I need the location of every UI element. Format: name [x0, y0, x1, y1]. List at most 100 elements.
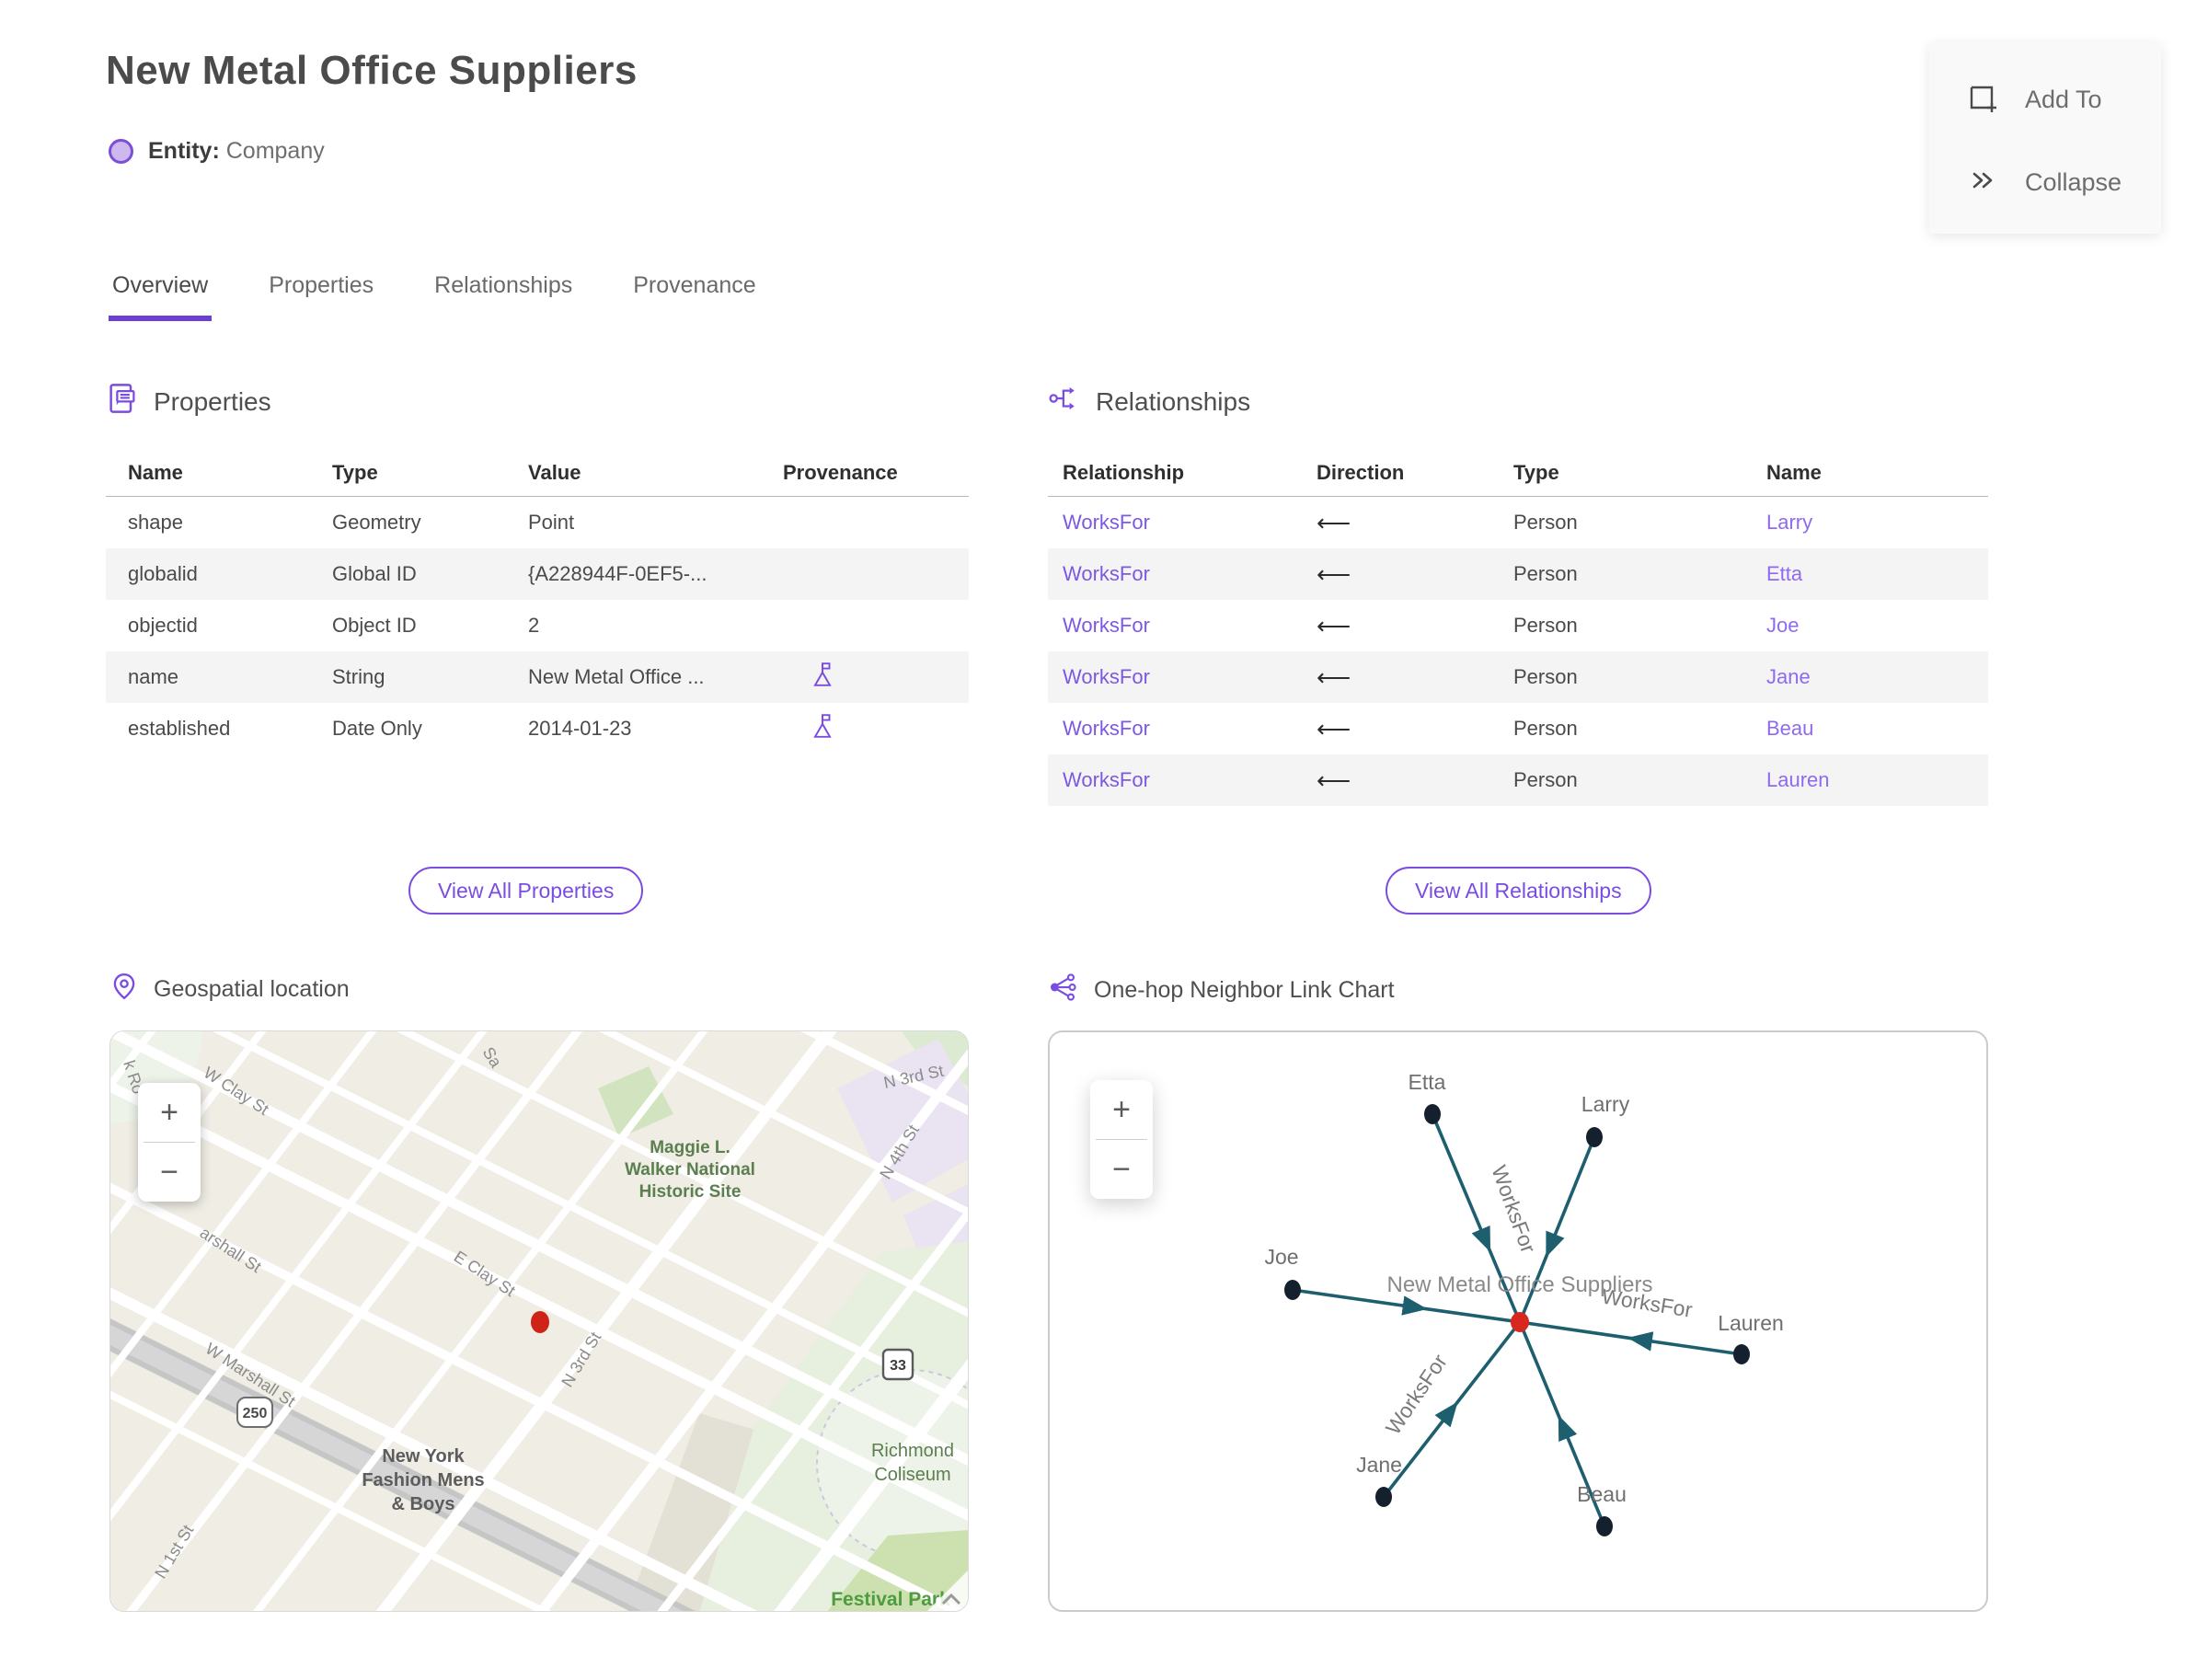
direction-arrow: ⟵ — [1317, 662, 1351, 691]
graph-node-joe[interactable] — [1284, 1280, 1301, 1300]
col-name: Name — [1766, 460, 1822, 484]
relationships-table-header: Relationship Direction Type Name — [1048, 449, 1988, 497]
add-to-label: Add To — [2025, 85, 2102, 113]
entity-name-link[interactable]: Beau — [1766, 717, 1988, 741]
table-row: name String New Metal Office ... — [106, 651, 969, 703]
entity-detail-page: New Metal Office Suppliers Entity: Compa… — [0, 0, 2208, 1680]
node-label: Larry — [1581, 1092, 1630, 1116]
graph-node-lauren[interactable] — [1733, 1344, 1750, 1364]
graph-node-jane[interactable] — [1375, 1487, 1392, 1507]
node-label: Lauren — [1718, 1311, 1784, 1335]
properties-table-header: Name Type Value Provenance — [106, 449, 969, 497]
relationship-link[interactable]: WorksFor — [1063, 511, 1317, 535]
link-chart-icon — [1048, 972, 1079, 1009]
relationship-link[interactable]: WorksFor — [1063, 614, 1317, 638]
entity-value: Company — [225, 138, 325, 164]
properties-section-header: Properties — [106, 382, 271, 421]
table-row: shape Geometry Point — [128, 511, 575, 534]
entity-name-link[interactable]: Lauren — [1766, 768, 1988, 792]
geospatial-map[interactable]: k Ro W Clay St Sa N 3rd St N 4th St arsh… — [109, 1030, 969, 1612]
col-type: Type — [332, 460, 378, 484]
table-row: WorksFor ⟵ Person Jane — [1048, 651, 1988, 703]
svg-text:Richmond: Richmond — [871, 1441, 954, 1461]
add-to-button[interactable]: Add To — [1964, 70, 2161, 129]
svg-text:250: 250 — [243, 1406, 268, 1421]
geospatial-section-header: Geospatial location — [109, 972, 350, 1007]
entity-type-icon — [109, 139, 133, 164]
link-chart-section-header: One-hop Neighbor Link Chart — [1048, 972, 1395, 1009]
zoom-in-button[interactable]: + — [1090, 1080, 1153, 1139]
properties-icon — [106, 382, 139, 421]
relationships-icon — [1048, 382, 1081, 421]
collapse-button[interactable]: Collapse — [1964, 153, 2161, 212]
col-name: Name — [128, 460, 183, 484]
entity-name-link[interactable]: Joe — [1766, 614, 1988, 638]
svg-text:Fashion Mens: Fashion Mens — [362, 1470, 484, 1490]
add-to-icon — [1964, 80, 1999, 120]
table-row: WorksFor ⟵ Person Lauren — [1048, 754, 1988, 806]
svg-text:Walker National: Walker National — [625, 1160, 755, 1179]
zoom-out-button[interactable]: − — [1090, 1140, 1153, 1199]
direction-arrow: ⟵ — [1317, 559, 1351, 588]
map-canvas: k Ro W Clay St Sa N 3rd St N 4th St arsh… — [110, 1031, 968, 1611]
graph-node-etta[interactable] — [1424, 1104, 1441, 1124]
collapse-label: Collapse — [2025, 167, 2122, 196]
zoom-out-button[interactable]: − — [138, 1143, 201, 1202]
link-chart-canvas: WorksFor WorksFor WorksFor Etta Larry Jo… — [1264, 1070, 1784, 1536]
relationship-link[interactable]: WorksFor — [1063, 768, 1317, 792]
entity-type-row: Entity: Company — [109, 138, 325, 165]
direction-arrow: ⟵ — [1317, 508, 1351, 536]
entity-name-link[interactable]: Jane — [1766, 665, 1988, 689]
node-label: Joe — [1264, 1245, 1298, 1269]
svg-text:Coliseum: Coliseum — [874, 1465, 950, 1485]
link-chart-section-title: One-hop Neighbor Link Chart — [1094, 977, 1395, 1003]
svg-text:Maggie L.: Maggie L. — [650, 1138, 730, 1157]
map-entity-marker[interactable] — [531, 1311, 549, 1333]
entity-name-link[interactable]: Etta — [1766, 562, 1988, 586]
link-chart[interactable]: WorksFor WorksFor WorksFor Etta Larry Jo… — [1048, 1030, 1988, 1612]
table-row: WorksFor ⟵ Person Larry — [1048, 497, 1988, 548]
direction-arrow: ⟵ — [1317, 765, 1351, 794]
svg-text:Historic Site: Historic Site — [639, 1182, 742, 1202]
provenance-flag-icon[interactable] — [783, 712, 969, 745]
table-row: established Date Only 2014-01-23 — [106, 703, 969, 754]
view-all-properties-button[interactable]: View All Properties — [408, 867, 644, 915]
col-provenance: Provenance — [783, 460, 898, 484]
map-shield-33: 33 — [881, 1348, 914, 1381]
tab-provenance[interactable]: Provenance — [629, 272, 759, 321]
tab-bar: Overview Properties Relationships Proven… — [109, 272, 760, 321]
relationship-link[interactable]: WorksFor — [1063, 717, 1317, 741]
svg-text:33: 33 — [890, 1358, 906, 1374]
table-row: WorksFor ⟵ Person Etta — [1048, 548, 1988, 600]
properties-table: Name Type Value Provenance shape Geometr… — [106, 449, 969, 754]
col-value: Value — [528, 460, 581, 484]
relationship-link[interactable]: WorksFor — [1063, 562, 1317, 586]
node-label: Beau — [1577, 1482, 1627, 1506]
svg-text:& Boys: & Boys — [392, 1494, 455, 1514]
geospatial-section-title: Geospatial location — [154, 976, 350, 1002]
direction-arrow: ⟵ — [1317, 714, 1351, 742]
table-row: WorksFor ⟵ Person Joe — [1048, 600, 1988, 651]
collapse-icon — [1964, 163, 1999, 202]
graph-node-larry[interactable] — [1586, 1127, 1603, 1147]
relationships-section-title: Relationships — [1096, 386, 1251, 416]
page-title: New Metal Office Suppliers — [106, 48, 638, 93]
svg-text:New York: New York — [382, 1446, 465, 1467]
graph-node-beau[interactable] — [1596, 1516, 1613, 1536]
view-all-relationships-button[interactable]: View All Relationships — [1386, 867, 1651, 915]
zoom-in-button[interactable]: + — [138, 1083, 201, 1142]
edge-label-worksfor: WorksFor — [1487, 1162, 1540, 1256]
entity-label: Entity: — [148, 138, 220, 164]
provenance-flag-icon[interactable] — [783, 661, 969, 694]
tab-relationships[interactable]: Relationships — [431, 272, 576, 321]
map-shield-250: 250 — [236, 1397, 273, 1428]
table-row: globalid Global ID {A228944F-0EF5-... — [106, 548, 969, 600]
table-row: objectid Object ID 2 — [128, 614, 540, 637]
tab-properties[interactable]: Properties — [265, 272, 377, 321]
relationship-link[interactable]: WorksFor — [1063, 665, 1317, 689]
tab-overview[interactable]: Overview — [109, 272, 213, 321]
action-menu: Add To Collapse — [1929, 42, 2161, 234]
graph-node-center[interactable] — [1511, 1312, 1529, 1332]
col-type: Type — [1513, 460, 1559, 484]
entity-name-link[interactable]: Larry — [1766, 511, 1988, 535]
